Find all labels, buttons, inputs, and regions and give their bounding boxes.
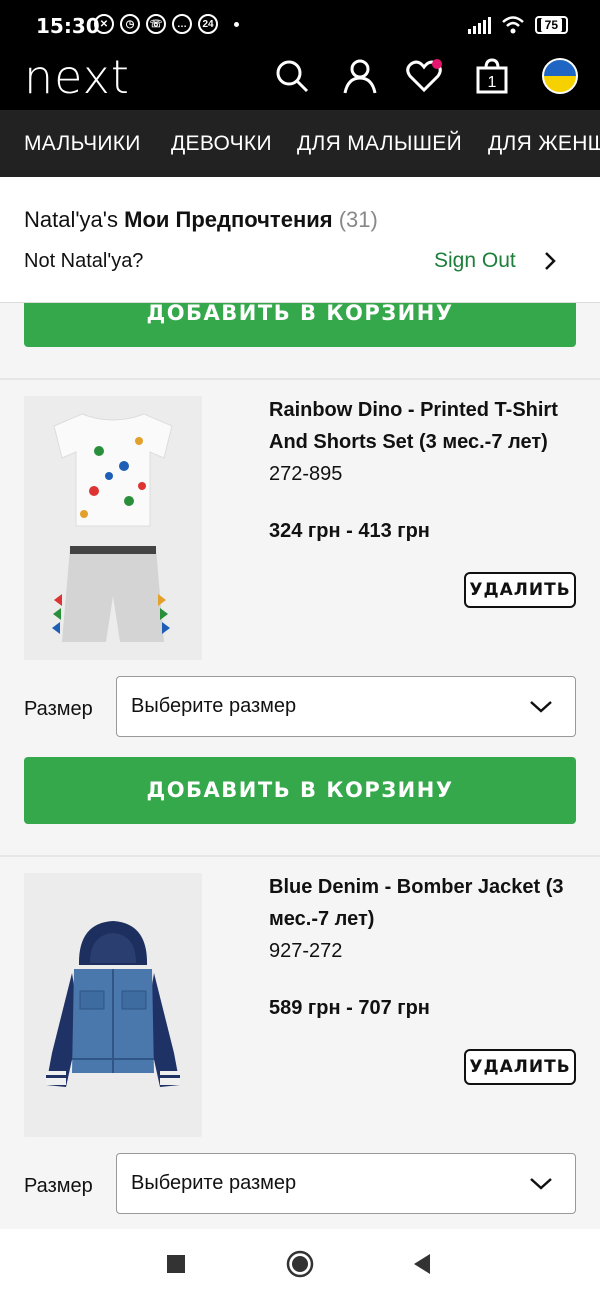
size-select[interactable]: Выберите размер [116,676,576,737]
category-boys[interactable]: МАЛЬЧИКИ [24,132,141,156]
product-price: 589 грн - 707 грн [269,997,430,1019]
preferences-heading: Natal'ya's Мои Предпочтения (31) [24,207,378,233]
chat-icon: … [172,14,192,34]
size-select-value: Выберите размер [131,1172,297,1194]
home-icon[interactable] [285,1249,315,1279]
signal-icon [467,16,491,34]
product-title[interactable]: Blue Denim - Bomber Jacket (3 мес.-7 лет… [269,871,579,935]
item-divider [0,855,600,857]
sign-out-link[interactable]: Sign Out [434,249,516,273]
add-to-cart-button[interactable]: ДОБАВИТЬ В КОРЗИНУ [24,757,576,824]
favourites-heart-icon[interactable] [404,56,444,96]
add-to-cart-button[interactable]: ДОБАВИТЬ В КОРЗИНУ [24,303,576,347]
preferences-count: (31) [338,207,378,232]
product-image[interactable] [24,396,202,660]
category-nav: МАЛЬЧИКИ ДЕВОЧКИ ДЛЯ МАЛЫШЕЙ ДЛЯ ЖЕНЩ [0,110,600,177]
not-user-text: Not Natal'ya? [24,250,144,272]
preferences-title: Мои Предпочтения [124,207,333,232]
battery-level: 75 [540,18,562,32]
notification-badge-icon: 24 [198,14,218,34]
size-select[interactable]: Выберите размер [116,1153,576,1214]
category-women[interactable]: ДЛЯ ЖЕНЩ [488,132,600,156]
recent-apps-icon[interactable] [166,1249,186,1279]
site-header: next 1 [0,50,600,110]
category-girls[interactable]: ДЕВОЧКИ [171,132,272,156]
status-bar: 15:30 ✕ ◷ ☏ … 24 75 [0,0,600,52]
wifi-icon [501,16,524,34]
previous-item-clip: ДОБАВИТЬ В КОРЗИНУ [0,303,600,347]
product-code: 272-895 [269,463,343,485]
chevron-right-icon[interactable] [540,249,560,273]
status-time: 15:30 [36,14,100,38]
size-label: Размер [24,1175,93,1197]
alarm-icon: ◷ [120,14,140,34]
status-system-icons: 75 [467,15,568,35]
preferences-bar: Natal'ya's Мои Предпочтения (31) Not Nat… [0,177,600,303]
battery-icon: 75 [534,16,568,34]
back-icon[interactable] [410,1249,434,1279]
item-divider [0,378,600,380]
category-babies[interactable]: ДЛЯ МАЛЫШЕЙ [297,132,462,156]
product-title[interactable]: Rainbow Dino - Printed T-Shirt And Short… [269,394,579,458]
shopping-bag-icon[interactable]: 1 [472,56,512,96]
search-icon[interactable] [272,56,312,96]
chevron-down-icon [530,701,552,713]
product-title-line-1: Rainbow Dino - Printed T-Shirt [269,399,558,421]
viber-icon: ☏ [146,14,166,34]
ukraine-flag-icon[interactable] [540,56,580,96]
user-name: Natal'ya's [24,207,118,232]
product-image[interactable] [24,873,202,1137]
product-title-line-2: мес.-7 лет) [269,908,375,930]
product-code: 927-272 [269,940,343,962]
remove-button[interactable]: УДАЛИТЬ [464,572,576,608]
account-icon[interactable] [340,56,380,96]
bag-count: 1 [488,74,497,91]
size-select-value: Выберите размер [131,695,297,717]
product-title-line-1: Blue Denim - Bomber Jacket (3 [269,876,564,898]
system-navigation-bar [0,1229,600,1299]
more-notifications-dot [234,21,239,27]
chevron-down-icon [530,1178,552,1190]
next-logo[interactable]: next [24,50,130,104]
product-price: 324 грн - 413 грн [269,520,430,542]
size-label: Размер [24,698,93,720]
mute-icon: ✕ [94,14,114,34]
remove-button[interactable]: УДАЛИТЬ [464,1049,576,1085]
product-title-line-2: And Shorts Set (3 мес.-7 лет) [269,431,548,453]
status-notification-icons: ✕ ◷ ☏ … 24 [94,14,239,34]
